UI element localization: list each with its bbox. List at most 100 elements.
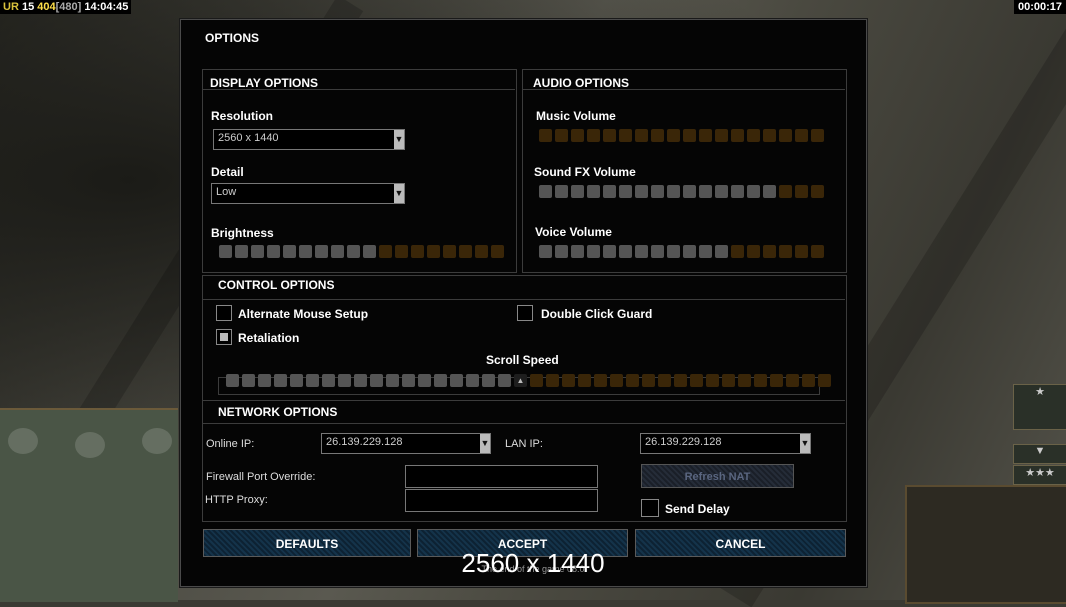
slider-segment[interactable]: [482, 374, 495, 387]
slider-segment[interactable]: [651, 245, 664, 258]
slider-segment[interactable]: [386, 374, 399, 387]
slider-segment[interactable]: [379, 245, 392, 258]
slider-segment[interactable]: [555, 245, 568, 258]
slider-segment[interactable]: [299, 245, 312, 258]
slider-segment[interactable]: [619, 185, 632, 198]
voice-volume-slider[interactable]: [539, 245, 824, 259]
slider-segment[interactable]: [738, 374, 751, 387]
send-delay-checkbox[interactable]: [641, 499, 659, 517]
slider-segment[interactable]: [690, 374, 703, 387]
chevron-down-icon[interactable]: ▼: [480, 434, 490, 453]
resolution-dropdown[interactable]: 2560 x 1440 ▼: [213, 129, 405, 150]
slider-segment[interactable]: [786, 374, 799, 387]
slider-segment[interactable]: [658, 374, 671, 387]
slider-segment[interactable]: [539, 245, 552, 258]
slider-segment[interactable]: [642, 374, 655, 387]
slider-segment[interactable]: [306, 374, 319, 387]
slider-segment[interactable]: [594, 374, 607, 387]
slider-segment[interactable]: [603, 245, 616, 258]
slider-segment[interactable]: [795, 129, 808, 142]
detail-dropdown[interactable]: Low ▼: [211, 183, 405, 204]
slider-segment[interactable]: [571, 129, 584, 142]
slider-segment[interactable]: [571, 185, 584, 198]
slider-segment[interactable]: [699, 185, 712, 198]
slider-segment[interactable]: [555, 129, 568, 142]
general-portrait-icon[interactable]: ★: [1013, 384, 1066, 430]
slider-segment[interactable]: [779, 245, 792, 258]
alt-mouse-checkbox[interactable]: [216, 305, 232, 321]
slider-segment[interactable]: [795, 245, 808, 258]
slider-segment[interactable]: [578, 374, 591, 387]
slider-segment[interactable]: [402, 374, 415, 387]
slider-segment[interactable]: [706, 374, 719, 387]
slider-segment[interactable]: [651, 129, 664, 142]
slider-segment[interactable]: [699, 129, 712, 142]
slider-segment[interactable]: [635, 185, 648, 198]
slider-thumb-icon[interactable]: ▲: [514, 374, 527, 387]
slider-segment[interactable]: [747, 185, 760, 198]
slider-segment[interactable]: [322, 374, 335, 387]
slider-segment[interactable]: [539, 129, 552, 142]
slider-segment[interactable]: [667, 245, 680, 258]
slider-segment[interactable]: [587, 245, 600, 258]
slider-segment[interactable]: [715, 129, 728, 142]
slider-segment[interactable]: [450, 374, 463, 387]
chevron-down-icon[interactable]: ▼: [394, 184, 404, 203]
sfx-volume-slider[interactable]: [539, 185, 824, 199]
slider-segment[interactable]: [555, 185, 568, 198]
slider-segment[interactable]: [715, 245, 728, 258]
slider-segment[interactable]: [802, 374, 815, 387]
http-proxy-input[interactable]: [405, 489, 598, 512]
slider-segment[interactable]: [546, 374, 559, 387]
online-ip-dropdown[interactable]: 26.139.229.128 ▼: [321, 433, 491, 454]
slider-segment[interactable]: [562, 374, 575, 387]
slider-segment[interactable]: [459, 245, 472, 258]
slider-segment[interactable]: [683, 129, 696, 142]
slider-segment[interactable]: [235, 245, 248, 258]
slider-segment[interactable]: [434, 374, 447, 387]
slider-segment[interactable]: [635, 129, 648, 142]
rank-stars-icon[interactable]: ★★★: [1013, 465, 1066, 485]
slider-segment[interactable]: [539, 185, 552, 198]
lan-ip-dropdown[interactable]: 26.139.229.128 ▼: [640, 433, 811, 454]
slider-segment[interactable]: [722, 374, 735, 387]
slider-segment[interactable]: [290, 374, 303, 387]
slider-segment[interactable]: [530, 374, 543, 387]
slider-segment[interactable]: [619, 245, 632, 258]
scroll-speed-slider[interactable]: ▲: [226, 374, 831, 388]
slider-segment[interactable]: [466, 374, 479, 387]
slider-segment[interactable]: [587, 129, 600, 142]
slider-segment[interactable]: [587, 185, 600, 198]
beacon-icon[interactable]: [75, 432, 105, 458]
slider-segment[interactable]: [715, 185, 728, 198]
slider-segment[interactable]: [683, 185, 696, 198]
slider-segment[interactable]: [811, 129, 824, 142]
slider-segment[interactable]: [747, 245, 760, 258]
chevron-down-icon[interactable]: ▼: [394, 130, 404, 149]
refresh-nat-button[interactable]: Refresh NAT: [641, 464, 794, 488]
slider-segment[interactable]: [491, 245, 504, 258]
slider-segment[interactable]: [242, 374, 255, 387]
slider-segment[interactable]: [338, 374, 351, 387]
brightness-slider[interactable]: [219, 245, 504, 259]
slider-segment[interactable]: [763, 245, 776, 258]
generals-icon[interactable]: [142, 428, 172, 454]
slider-segment[interactable]: [370, 374, 383, 387]
slider-segment[interactable]: [626, 374, 639, 387]
slider-segment[interactable]: [475, 245, 488, 258]
slider-segment[interactable]: [267, 245, 280, 258]
slider-segment[interactable]: [651, 185, 664, 198]
slider-segment[interactable]: [411, 245, 424, 258]
slider-segment[interactable]: [395, 245, 408, 258]
slider-segment[interactable]: [754, 374, 767, 387]
slider-segment[interactable]: [763, 129, 776, 142]
slider-segment[interactable]: [747, 129, 760, 142]
slider-segment[interactable]: [779, 129, 792, 142]
slider-segment[interactable]: [331, 245, 344, 258]
slider-segment[interactable]: [498, 374, 511, 387]
slider-segment[interactable]: [667, 129, 680, 142]
slider-segment[interactable]: [219, 245, 232, 258]
slider-segment[interactable]: [363, 245, 376, 258]
slider-segment[interactable]: [667, 185, 680, 198]
music-volume-slider[interactable]: [539, 129, 824, 143]
